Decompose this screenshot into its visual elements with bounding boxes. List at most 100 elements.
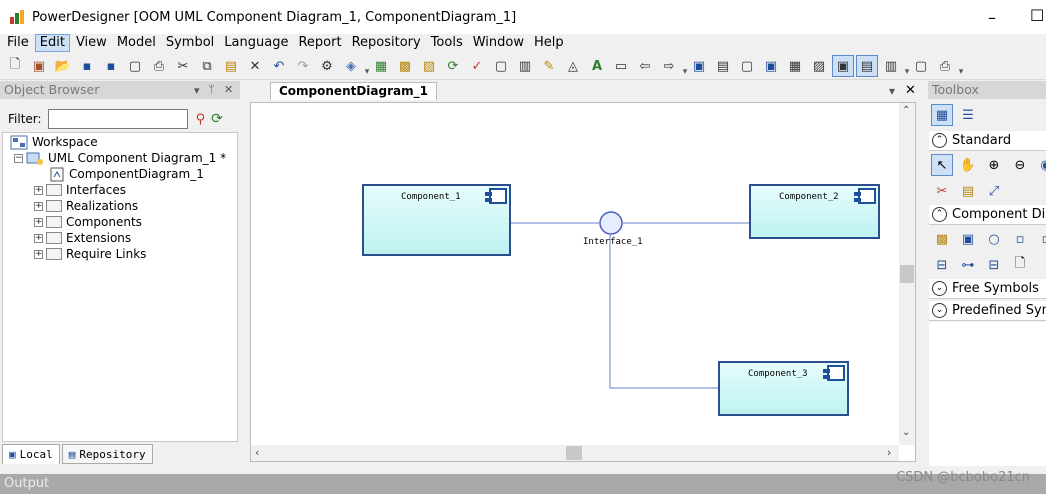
zoom-page-icon[interactable]: ▤ (712, 55, 734, 77)
interface-tool-icon[interactable]: ○ (983, 228, 1005, 250)
link-component3-interface[interactable] (609, 235, 718, 389)
find-icon[interactable]: ◈ (340, 55, 362, 77)
toolbox-section-predefined-symbols[interactable]: ⌄ Predefined Symbols (929, 301, 1046, 321)
clear-filter-icon[interactable]: ⚲ (196, 112, 206, 127)
file-tool-icon[interactable]: 🗋 (1009, 254, 1031, 276)
tree-folder-realizations[interactable]: + Realizations (34, 198, 138, 214)
diagram-canvas[interactable]: Component_1 Component_2 Component_3 Inte… (250, 102, 916, 462)
redo-icon[interactable]: ↷ (292, 55, 314, 77)
format-icon[interactable]: ▭ (610, 55, 632, 77)
menu-model[interactable]: Model (113, 34, 160, 52)
vertical-scrollbar[interactable]: ⌃ ⌄ (899, 103, 915, 445)
link-tool-icon[interactable]: ⤢ (983, 180, 1005, 202)
expand-icon[interactable]: ⌄ (932, 281, 947, 296)
toolbar-overflow-icon-4[interactable]: ▾ (958, 55, 964, 77)
tab-list-icon[interactable]: ▾ (889, 84, 895, 98)
back-icon[interactable]: ⇦ (634, 55, 656, 77)
zoom-out-icon[interactable]: ⊖ (1009, 154, 1031, 176)
package-icon[interactable]: ▩ (394, 55, 416, 77)
component-3[interactable]: Component_3 (718, 361, 849, 416)
menu-language[interactable]: Language (220, 34, 292, 52)
view-output-icon[interactable]: ▤ (856, 55, 878, 77)
tree-folder-components[interactable]: + Components (34, 214, 142, 230)
save-all-icon[interactable]: ▪ (100, 55, 122, 77)
pointer-icon[interactable]: ↖ (931, 154, 953, 176)
print-icon[interactable]: ⎙ (148, 55, 170, 77)
view-result-list-icon[interactable]: ▥ (880, 55, 902, 77)
import-icon[interactable]: ▧ (418, 55, 440, 77)
view-browser-icon[interactable]: ▣ (832, 55, 854, 77)
new-icon[interactable]: 🗋 (4, 55, 26, 77)
toolbox-section-standard[interactable]: ⌃ Standard (929, 131, 1046, 151)
generalization-tool-icon[interactable]: ⊟ (931, 254, 953, 276)
interface-name[interactable]: Interface_1 (583, 237, 643, 247)
panel-menu-icon[interactable]: ▾ (194, 84, 200, 97)
tab-repository[interactable]: ▤ Repository (61, 444, 153, 464)
menu-file[interactable]: File (3, 34, 33, 52)
menu-view[interactable]: View (72, 34, 111, 52)
menu-tools[interactable]: Tools (427, 34, 467, 52)
fill-icon[interactable]: ◬ (562, 55, 584, 77)
scroll-thumb[interactable] (900, 265, 914, 283)
horizontal-scrollbar[interactable]: ‹ › (251, 445, 899, 461)
toolbox-section-component-diagram[interactable]: ⌃ Component Diagram (929, 205, 1046, 225)
expand-icon[interactable]: + (34, 185, 43, 195)
copy-icon[interactable]: ⧉ (196, 55, 218, 77)
font-icon[interactable]: A (586, 55, 608, 77)
properties-icon[interactable]: ⚙ (316, 55, 338, 77)
menu-symbol[interactable]: Symbol (162, 34, 218, 52)
filter-input[interactable] (47, 109, 188, 129)
delete-icon[interactable]: ✕ (244, 55, 266, 77)
menu-window[interactable]: Window (469, 34, 528, 52)
menu-report[interactable]: Report (294, 34, 345, 52)
pin-icon[interactable]: ᛘ (208, 83, 215, 96)
save-icon[interactable]: ▪ (76, 55, 98, 77)
collapse-icon[interactable]: ⌃ (932, 133, 947, 148)
menu-help[interactable]: Help (530, 34, 568, 52)
refresh-icon[interactable]: ⟳ (211, 111, 223, 127)
component-1[interactable]: Component_1 (362, 184, 511, 256)
print-preview-2-icon[interactable]: ▢ (910, 55, 932, 77)
pen-icon[interactable]: ✎ (538, 55, 560, 77)
zoom-out-icon[interactable]: ▦ (784, 55, 806, 77)
tab-close-icon[interactable]: ✕ (905, 83, 916, 98)
scroll-right-icon[interactable]: › (887, 446, 891, 459)
component-tool-icon[interactable]: ▣ (957, 228, 979, 250)
tab-local[interactable]: ▣ Local (2, 444, 60, 464)
port-tool-icon[interactable]: ▫ (1009, 228, 1031, 250)
cut-icon[interactable]: ✂ (172, 55, 194, 77)
zoom-in-icon[interactable]: ▣ (760, 55, 782, 77)
scroll-left-icon[interactable]: ‹ (255, 446, 259, 459)
print-preview-icon[interactable]: ▢ (124, 55, 146, 77)
shadow-icon[interactable]: ▢ (490, 55, 512, 77)
expand-icon[interactable]: + (34, 217, 43, 227)
assembly-tool-icon[interactable]: ⊶ (957, 254, 979, 276)
collapse-icon[interactable]: ⌃ (932, 207, 947, 222)
interface-lollipop-icon[interactable] (599, 211, 623, 235)
panel-close-icon[interactable]: ✕ (224, 83, 233, 96)
open-diagram-icon[interactable]: ◉ (1035, 154, 1046, 176)
new-project-icon[interactable]: ▣ (28, 55, 50, 77)
grabber-icon[interactable]: ✋ (957, 154, 979, 176)
tree-diagram[interactable]: ComponentDiagram_1 (50, 166, 204, 182)
grid-view-icon[interactable]: ▦ (931, 104, 953, 126)
scroll-thumb[interactable] (566, 446, 582, 460)
expand-icon[interactable]: + (34, 249, 43, 259)
print-2-icon[interactable]: ⎙ (934, 55, 956, 77)
properties-tool-icon[interactable]: ▤ (957, 180, 979, 202)
component-2[interactable]: Component_2 (749, 184, 880, 239)
refresh-model-icon[interactable]: ⟳ (442, 55, 464, 77)
pan-view-icon[interactable]: ▨ (808, 55, 830, 77)
check-model-icon[interactable]: ✓ (466, 55, 488, 77)
grid-icon[interactable]: ▥ (514, 55, 536, 77)
tree-folder-extensions[interactable]: + Extensions (34, 230, 131, 246)
tree-folder-require-links[interactable]: + Require Links (34, 246, 146, 262)
part-tool-icon[interactable]: ▫ (1035, 228, 1046, 250)
forward-icon[interactable]: ⇨ (658, 55, 680, 77)
open-icon[interactable]: 📂 (52, 55, 74, 77)
expand-icon[interactable]: + (34, 233, 43, 243)
output-panel-header[interactable]: Output (0, 474, 1046, 494)
scroll-down-icon[interactable]: ⌄ (902, 427, 910, 438)
toolbox-section-free-symbols[interactable]: ⌄ Free Symbols (929, 279, 1046, 299)
tree-folder-interfaces[interactable]: + Interfaces (34, 182, 126, 198)
